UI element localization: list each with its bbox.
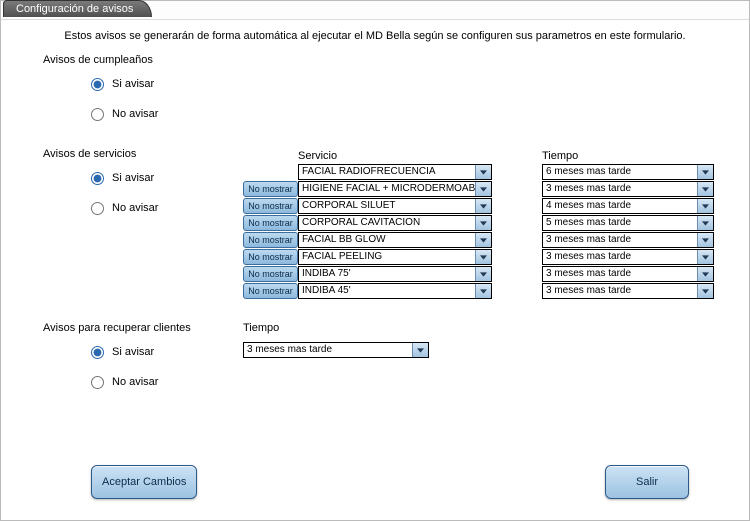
section-recover-title: Avisos para recuperar clientes xyxy=(43,322,243,334)
chevron-down-icon[interactable] xyxy=(697,233,713,247)
chevron-down-icon[interactable] xyxy=(475,199,491,213)
chevron-down-icon[interactable] xyxy=(697,199,713,213)
tiempo-header: Tiempo xyxy=(542,148,714,164)
combo-value: 4 meses mas tarde xyxy=(543,199,697,213)
chevron-down-icon[interactable] xyxy=(475,233,491,247)
chevron-down-icon[interactable] xyxy=(475,182,491,196)
services-no-radio[interactable] xyxy=(91,202,104,215)
no-mostrar-button[interactable]: No mostrar xyxy=(243,249,298,265)
servicio-combo[interactable]: FACIAL BB GLOW xyxy=(298,232,492,248)
section-recover: Avisos para recuperar clientes Si avisar… xyxy=(43,322,749,394)
chevron-down-icon[interactable] xyxy=(412,343,428,357)
servicio-combo[interactable]: HIGIENE FACIAL + MICRODERMOABRASION xyxy=(298,181,492,197)
combo-value: 3 meses mas tarde xyxy=(543,182,697,196)
accept-button[interactable]: Aceptar Cambios xyxy=(91,465,197,499)
combo-value: 3 meses mas tarde xyxy=(543,267,697,281)
exit-button[interactable]: Salir xyxy=(605,465,689,499)
recover-si-avisar[interactable]: Si avisar xyxy=(91,340,243,364)
chevron-down-icon[interactable] xyxy=(475,267,491,281)
combo-value: 3 meses mas tarde xyxy=(543,284,697,298)
radio-label: No avisar xyxy=(112,202,158,214)
section-birthday: Avisos de cumpleaños Si avisar No avisar xyxy=(43,54,749,126)
no-mostrar-column: No mostrarNo mostrarNo mostrarNo mostrar… xyxy=(243,164,298,300)
tiempo-combo[interactable]: 3 meses mas tarde xyxy=(542,266,714,282)
combo-value: 5 meses mas tarde xyxy=(543,216,697,230)
tiempo-column: Tiempo 6 meses mas tarde 3 meses mas tard… xyxy=(542,148,714,300)
intro-text: Estos avisos se generarán de forma autom… xyxy=(1,30,749,42)
chevron-down-icon[interactable] xyxy=(697,250,713,264)
chevron-down-icon[interactable] xyxy=(697,216,713,230)
tiempo-combo[interactable]: 6 meses mas tarde xyxy=(542,164,714,180)
recover-no-radio[interactable] xyxy=(91,376,104,389)
tiempo-combo[interactable]: 4 meses mas tarde xyxy=(542,198,714,214)
birthday-si-avisar[interactable]: Si avisar xyxy=(91,72,749,96)
tiempo-combo[interactable]: 3 meses mas tarde xyxy=(542,181,714,197)
titlebar: Configuración de avisos xyxy=(1,1,749,20)
combo-value: 6 meses mas tarde xyxy=(543,165,697,179)
birthday-no-avisar[interactable]: No avisar xyxy=(91,102,749,126)
combo-value: 3 meses mas tarde xyxy=(244,343,412,357)
chevron-down-icon[interactable] xyxy=(475,250,491,264)
combo-value: 3 meses mas tarde xyxy=(543,233,697,247)
chevron-down-icon[interactable] xyxy=(475,165,491,179)
servicio-combo[interactable]: INDIBA 45' xyxy=(298,283,492,299)
combo-value: CORPORAL CAVITACION xyxy=(299,216,475,230)
combo-value: FACIAL RADIOFRECUENCIA xyxy=(299,165,475,179)
no-mostrar-button[interactable]: No mostrar xyxy=(243,232,298,248)
tiempo-combo[interactable]: 5 meses mas tarde xyxy=(542,215,714,231)
section-birthday-title: Avisos de cumpleaños xyxy=(43,54,749,66)
chevron-down-icon[interactable] xyxy=(475,216,491,230)
chevron-down-icon[interactable] xyxy=(475,284,491,298)
recover-si-radio[interactable] xyxy=(91,346,104,359)
no-mostrar-button[interactable]: No mostrar xyxy=(243,283,298,299)
chevron-down-icon[interactable] xyxy=(697,182,713,196)
tiempo-combo[interactable]: 3 meses mas tarde xyxy=(542,232,714,248)
section-services: Avisos de servicios Si avisar No avisar … xyxy=(43,148,749,300)
no-mostrar-button[interactable]: No mostrar xyxy=(243,198,298,214)
radio-label: No avisar xyxy=(112,108,158,120)
services-si-avisar[interactable]: Si avisar xyxy=(91,166,243,190)
radio-label: Si avisar xyxy=(112,172,154,184)
combo-value: FACIAL PEELING xyxy=(299,250,475,264)
servicio-combo[interactable]: FACIAL RADIOFRECUENCIA xyxy=(298,164,492,180)
radio-label: Si avisar xyxy=(112,78,154,90)
button-row: Aceptar Cambios Salir xyxy=(1,465,749,499)
window-title: Configuración de avisos xyxy=(3,0,152,17)
servicio-combo[interactable]: FACIAL PEELING xyxy=(298,249,492,265)
radio-label: Si avisar xyxy=(112,346,154,358)
birthday-no-radio[interactable] xyxy=(91,108,104,121)
servicio-column: Servicio FACIAL RADIOFRECUENCIA HIGIENE F… xyxy=(298,148,492,300)
recover-tiempo-combo[interactable]: 3 meses mas tarde xyxy=(243,342,429,358)
no-mostrar-button[interactable]: No mostrar xyxy=(243,215,298,231)
combo-value: HIGIENE FACIAL + MICRODERMOABRASION xyxy=(299,182,475,196)
chevron-down-icon[interactable] xyxy=(697,165,713,179)
config-avisos-window: Configuración de avisos Estos avisos se … xyxy=(0,0,750,521)
servicio-combo[interactable]: CORPORAL SILUET xyxy=(298,198,492,214)
no-mostrar-button[interactable]: No mostrar xyxy=(243,266,298,282)
combo-value: INDIBA 45' xyxy=(299,284,475,298)
chevron-down-icon[interactable] xyxy=(697,284,713,298)
radio-label: No avisar xyxy=(112,376,158,388)
no-mostrar-button[interactable]: No mostrar xyxy=(243,181,298,197)
recover-no-avisar[interactable]: No avisar xyxy=(91,370,243,394)
servicio-combo[interactable]: CORPORAL CAVITACION xyxy=(298,215,492,231)
birthday-si-radio[interactable] xyxy=(91,78,104,91)
combo-value: 3 meses mas tarde xyxy=(543,250,697,264)
servicio-combo[interactable]: INDIBA 75' xyxy=(298,266,492,282)
services-si-radio[interactable] xyxy=(91,172,104,185)
services-no-avisar[interactable]: No avisar xyxy=(91,196,243,220)
combo-value: FACIAL BB GLOW xyxy=(299,233,475,247)
chevron-down-icon[interactable] xyxy=(697,267,713,281)
tiempo-combo[interactable]: 3 meses mas tarde xyxy=(542,249,714,265)
combo-value: CORPORAL SILUET xyxy=(299,199,475,213)
section-services-title: Avisos de servicios xyxy=(43,148,243,160)
recover-tiempo-header: Tiempo xyxy=(243,320,429,336)
combo-value: INDIBA 75' xyxy=(299,267,475,281)
servicio-header: Servicio xyxy=(298,148,492,164)
tiempo-combo[interactable]: 3 meses mas tarde xyxy=(542,283,714,299)
